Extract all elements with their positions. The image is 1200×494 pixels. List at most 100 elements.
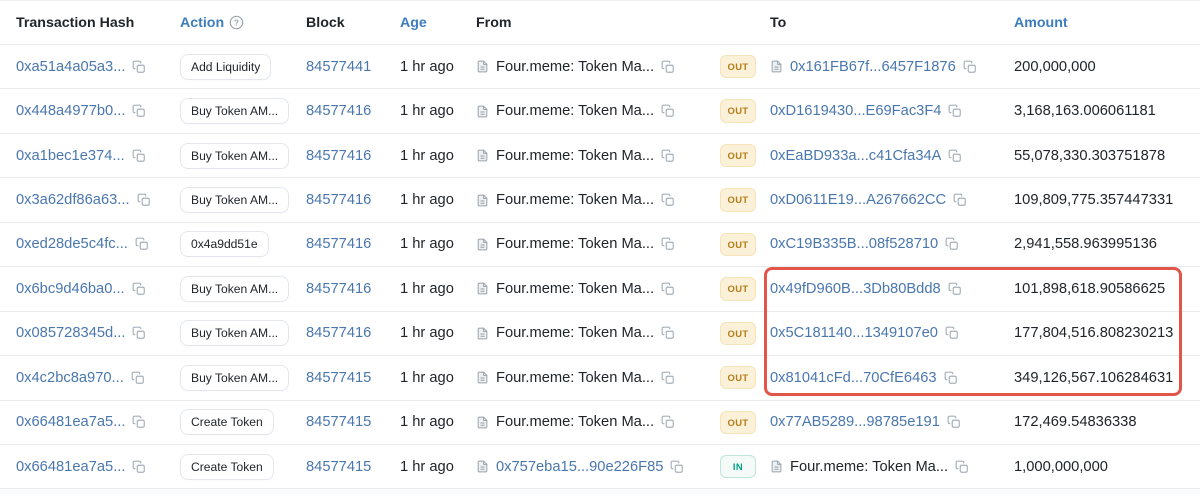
copy-to-address-icon[interactable]: [963, 60, 977, 74]
to-address-link[interactable]: 0xC19B335B...08f528710: [770, 236, 938, 252]
action-method-button[interactable]: Buy Token AM...: [180, 365, 289, 391]
tx-hash-link[interactable]: 0x4c2bc8a970...: [16, 370, 124, 386]
from-address-link[interactable]: Four.meme: Token Ma...: [496, 103, 654, 119]
to-address-link[interactable]: 0x77AB5289...98785e191: [770, 414, 940, 430]
tx-hash-link[interactable]: 0x66481ea7a5...: [16, 459, 125, 475]
tx-hash-link[interactable]: 0xed28de5c4fc...: [16, 236, 128, 252]
transactions-table: Transaction Hash Action ? Block Age From…: [0, 0, 1200, 494]
tx-hash-link[interactable]: 0x66481ea7a5...: [16, 414, 125, 430]
tx-hash-link[interactable]: 0x448a4977b0...: [16, 103, 125, 119]
block-link[interactable]: 84577416: [306, 325, 371, 341]
col-header-amount[interactable]: Amount: [1014, 15, 1200, 31]
to-address-link[interactable]: 0x5C181140...1349107e0: [770, 325, 938, 341]
to-address-link[interactable]: 0x81041cFd...70CfE6463: [770, 370, 937, 386]
copy-tx-hash-icon[interactable]: [132, 60, 146, 74]
copy-from-address-icon[interactable]: [661, 104, 675, 118]
copy-to-address-icon[interactable]: [953, 193, 967, 207]
block-link[interactable]: 84577415: [306, 459, 371, 475]
block-link[interactable]: 84577441: [306, 59, 371, 75]
from-address-link[interactable]: Four.meme: Token Ma...: [496, 59, 654, 75]
copy-tx-hash-icon[interactable]: [132, 282, 146, 296]
col-header-age[interactable]: Age: [400, 15, 476, 31]
action-method-button[interactable]: Add Liquidity: [180, 54, 271, 80]
copy-to-address-icon[interactable]: [948, 104, 962, 118]
from-address-link[interactable]: Four.meme: Token Ma...: [496, 325, 654, 341]
to-address-link[interactable]: 0xD1619430...E69Fac3F4: [770, 103, 941, 119]
age-cell: 1 hr ago: [400, 281, 476, 297]
copy-to-address-icon[interactable]: [948, 282, 962, 296]
tx-hash-cell: 0xa51a4a05a3...: [16, 59, 180, 75]
tx-hash-link[interactable]: 0x6bc9d46ba0...: [16, 281, 125, 297]
tx-hash-link[interactable]: 0xa1bec1e374...: [16, 148, 125, 164]
age-header-label[interactable]: Age: [400, 15, 427, 31]
copy-to-address-icon[interactable]: [945, 237, 959, 251]
to-cell: 0x49fD960B...3Db80Bdd8: [770, 281, 1014, 297]
block-link[interactable]: 84577416: [306, 281, 371, 297]
copy-to-address-icon[interactable]: [945, 326, 959, 340]
from-address-link[interactable]: Four.meme: Token Ma...: [496, 148, 654, 164]
block-link[interactable]: 84577416: [306, 192, 371, 208]
action-method-button[interactable]: Buy Token AM...: [180, 143, 289, 169]
copy-to-address-icon[interactable]: [948, 149, 962, 163]
copy-tx-hash-icon[interactable]: [132, 415, 146, 429]
block-link[interactable]: 84577416: [306, 236, 371, 252]
action-method-button[interactable]: Create Token: [180, 454, 274, 480]
copy-from-address-icon[interactable]: [661, 415, 675, 429]
from-address-link[interactable]: Four.meme: Token Ma...: [496, 236, 654, 252]
copy-tx-hash-icon[interactable]: [132, 104, 146, 118]
from-address-link[interactable]: 0x757eba15...90e226F85: [496, 459, 663, 475]
action-header-label[interactable]: Action: [180, 15, 224, 31]
from-address-link[interactable]: Four.meme: Token Ma...: [496, 370, 654, 386]
age-text: 1 hr ago: [400, 236, 454, 252]
tx-hash-link[interactable]: 0x3a62df86a63...: [16, 192, 130, 208]
copy-from-address-icon[interactable]: [661, 282, 675, 296]
copy-from-address-icon[interactable]: [661, 60, 675, 74]
action-method-button[interactable]: 0x4a9dd51e: [180, 231, 269, 257]
to-address-link[interactable]: 0x161FB67f...6457F1876: [790, 59, 956, 75]
copy-tx-hash-icon[interactable]: [137, 193, 151, 207]
to-address-link[interactable]: Four.meme: Token Ma...: [790, 459, 948, 475]
block-link[interactable]: 84577415: [306, 414, 371, 430]
copy-from-address-icon[interactable]: [661, 326, 675, 340]
copy-tx-hash-icon[interactable]: [132, 149, 146, 163]
to-address-link[interactable]: 0xD0611E19...A267662CC: [770, 192, 946, 208]
direction-badge: IN: [720, 455, 756, 478]
tx-hash-link[interactable]: 0xa51a4a05a3...: [16, 59, 125, 75]
copy-tx-hash-icon[interactable]: [132, 460, 146, 474]
to-address-link[interactable]: 0x49fD960B...3Db80Bdd8: [770, 281, 941, 297]
age-cell: 1 hr ago: [400, 148, 476, 164]
tx-hash-cell: 0x66481ea7a5...: [16, 414, 180, 430]
col-header-action[interactable]: Action ?: [180, 15, 306, 31]
to-address-link[interactable]: 0xEaBD933a...c41Cfa34A: [770, 148, 941, 164]
copy-from-address-icon[interactable]: [670, 460, 684, 474]
from-address-link[interactable]: Four.meme: Token Ma...: [496, 281, 654, 297]
amount-header-label[interactable]: Amount: [1014, 15, 1068, 31]
copy-from-address-icon[interactable]: [661, 371, 675, 385]
from-address-link[interactable]: Four.meme: Token Ma...: [496, 414, 654, 430]
block-link[interactable]: 84577416: [306, 148, 371, 164]
action-method-button[interactable]: Buy Token AM...: [180, 187, 289, 213]
direction-cell: OUT: [720, 411, 770, 434]
age-cell: 1 hr ago: [400, 325, 476, 341]
svg-text:?: ?: [234, 19, 239, 28]
action-method-button[interactable]: Buy Token AM...: [180, 98, 289, 124]
contract-icon: [476, 104, 489, 119]
copy-from-address-icon[interactable]: [661, 193, 675, 207]
from-address-link[interactable]: Four.meme: Token Ma...: [496, 192, 654, 208]
age-text: 1 hr ago: [400, 459, 454, 475]
copy-tx-hash-icon[interactable]: [131, 371, 145, 385]
help-icon[interactable]: ?: [229, 15, 244, 30]
copy-from-address-icon[interactable]: [661, 149, 675, 163]
block-link[interactable]: 84577415: [306, 370, 371, 386]
copy-tx-hash-icon[interactable]: [135, 237, 149, 251]
copy-to-address-icon[interactable]: [947, 415, 961, 429]
tx-hash-link[interactable]: 0x085728345d...: [16, 325, 125, 341]
copy-to-address-icon[interactable]: [944, 371, 958, 385]
copy-to-address-icon[interactable]: [955, 460, 969, 474]
action-method-button[interactable]: Create Token: [180, 409, 274, 435]
copy-from-address-icon[interactable]: [661, 237, 675, 251]
copy-tx-hash-icon[interactable]: [132, 326, 146, 340]
action-method-button[interactable]: Buy Token AM...: [180, 320, 289, 346]
action-method-button[interactable]: Buy Token AM...: [180, 276, 289, 302]
block-link[interactable]: 84577416: [306, 103, 371, 119]
